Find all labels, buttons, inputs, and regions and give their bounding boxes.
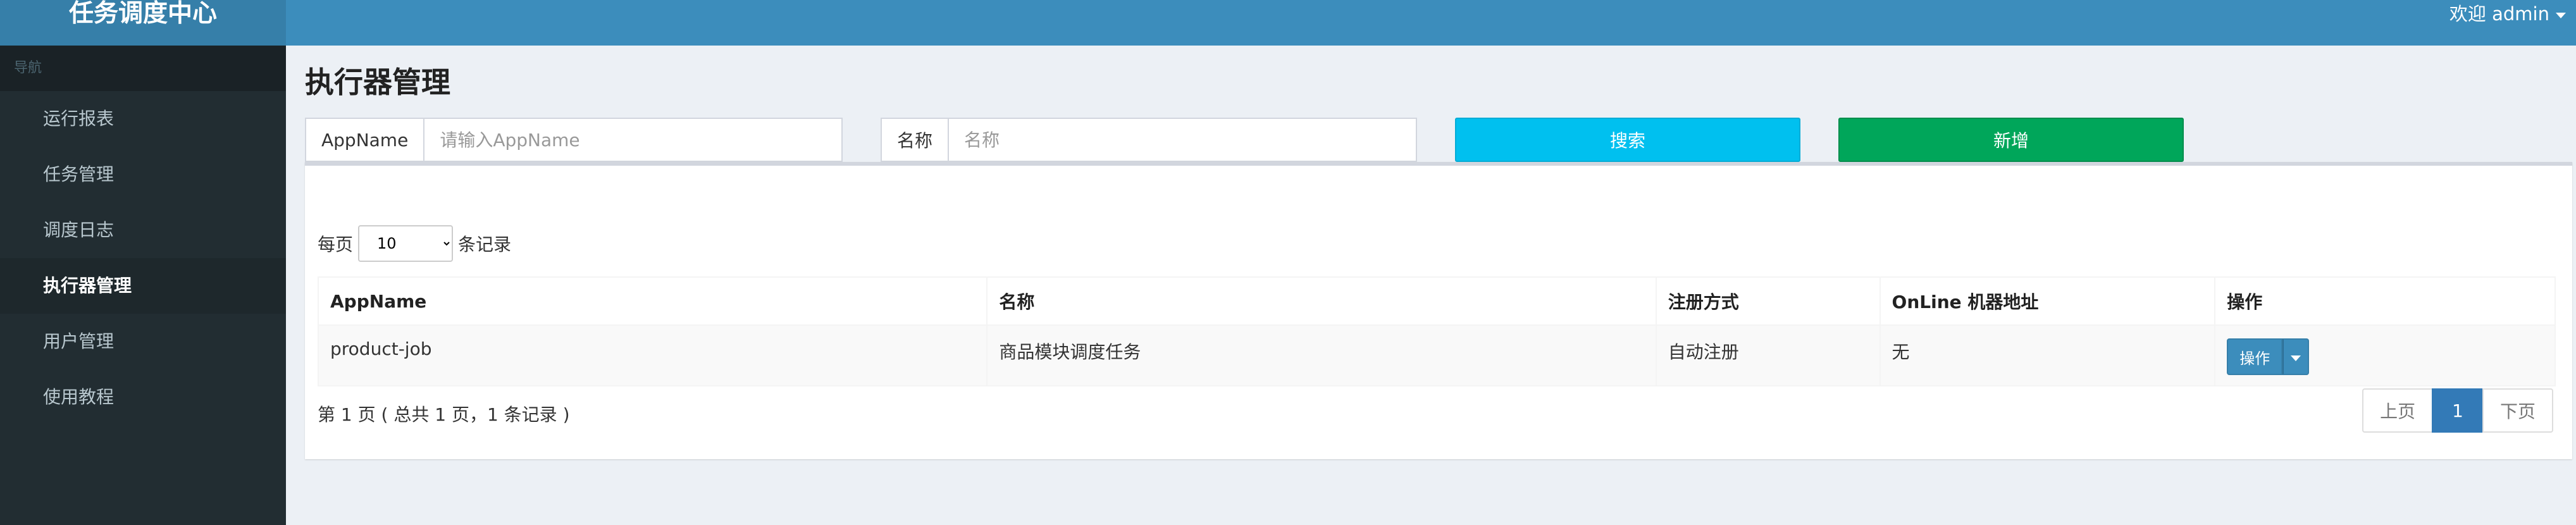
table-row: product-job 商品模块调度任务 自动注册 无 操作: [317, 324, 2556, 386]
caret-down-icon: [2291, 355, 2301, 361]
page-length-suffix: 条记录: [458, 234, 512, 255]
main-content: 执行器管理 AppName 名称 搜索 新增 每页 10 条记录 AppName…: [286, 46, 2576, 525]
appname-input[interactable]: [424, 119, 841, 161]
add-button[interactable]: 新增: [1838, 118, 2184, 162]
sidebar-section-label: 导航: [0, 46, 286, 91]
pagination: 上页 1 下页: [2362, 388, 2553, 433]
cell-action: 操作: [2214, 324, 2556, 386]
sidebar-item-users[interactable]: 用户管理: [0, 314, 286, 369]
cell-appname: product-job: [317, 324, 988, 386]
table-header-row: AppName 名称 注册方式 OnLine 机器地址 操作: [317, 276, 2556, 326]
user-menu-label: 欢迎 admin: [2449, 3, 2549, 25]
sidebar-item-report[interactable]: 运行报表: [0, 91, 286, 147]
page-title: 执行器管理: [305, 65, 450, 99]
cell-registry: 自动注册: [1655, 324, 1881, 386]
sidebar-item-help[interactable]: 使用教程: [0, 369, 286, 425]
cell-name: 商品模块调度任务: [986, 324, 1657, 386]
executor-table: AppName 名称 注册方式 OnLine 机器地址 操作 product-j…: [317, 276, 2556, 386]
cell-online: 无: [1879, 324, 2216, 386]
name-filter: 名称: [881, 118, 1417, 162]
current-page-button[interactable]: 1: [2432, 388, 2484, 433]
column-header-registry[interactable]: 注册方式: [1655, 276, 1881, 326]
sidebar-item-jobs[interactable]: 任务管理: [0, 147, 286, 202]
table-info: 第 1 页 ( 总共 1 页，1 条记录 ): [318, 404, 570, 425]
column-header-action: 操作: [2214, 276, 2556, 326]
sidebar-item-logs[interactable]: 调度日志: [0, 202, 286, 258]
top-header: 任务调度中心 欢迎 admin: [0, 0, 2576, 46]
name-input[interactable]: [949, 119, 1416, 161]
name-label: 名称: [882, 119, 950, 161]
column-header-name[interactable]: 名称: [986, 276, 1657, 326]
appname-filter: AppName: [305, 118, 843, 162]
executor-table-box: 每页 10 条记录 AppName 名称 注册方式 OnLine 机器地址 操作: [305, 162, 2572, 459]
caret-down-icon: [2556, 12, 2566, 18]
app-logo[interactable]: 任务调度中心: [0, 0, 286, 46]
next-page-button[interactable]: 下页: [2482, 388, 2553, 433]
column-header-online[interactable]: OnLine 机器地址: [1879, 276, 2216, 326]
action-button[interactable]: 操作: [2227, 338, 2283, 375]
appname-label: AppName: [306, 119, 425, 161]
action-dropdown-toggle[interactable]: [2282, 338, 2310, 375]
page-length-control: 每页 10 条记录: [318, 225, 511, 262]
user-menu[interactable]: 欢迎 admin: [2449, 0, 2566, 28]
action-button-group: 操作: [2227, 338, 2310, 375]
sidebar: 导航 运行报表 任务管理 调度日志 执行器管理 用户管理 使用教程: [0, 46, 286, 525]
sidebar-item-executors[interactable]: 执行器管理: [0, 258, 286, 314]
prev-page-button[interactable]: 上页: [2362, 388, 2434, 433]
page-length-prefix: 每页: [318, 234, 354, 255]
column-header-appname[interactable]: AppName: [317, 276, 988, 326]
search-button[interactable]: 搜索: [1455, 118, 1800, 162]
page-length-select[interactable]: 10: [358, 225, 454, 262]
